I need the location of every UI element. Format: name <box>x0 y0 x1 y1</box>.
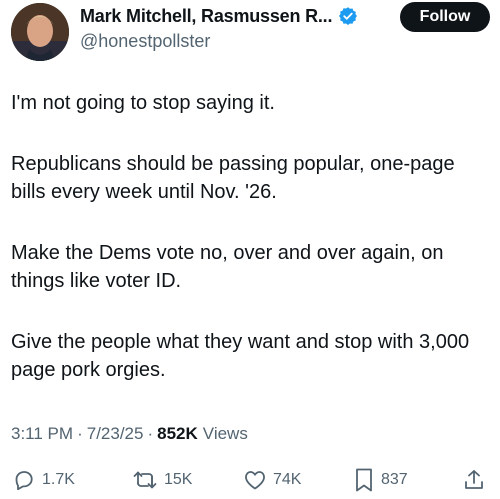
tweet-paragraph: Give the people what they want and stop … <box>11 331 470 381</box>
reply-button[interactable]: 1.7K <box>12 465 75 495</box>
tweet-date[interactable]: 7/23/25 <box>87 424 144 444</box>
follow-button[interactable]: Follow <box>400 2 490 32</box>
tweet-paragraph: Republicans should be passing popular, o… <box>11 153 455 203</box>
meta-separator: · <box>147 424 154 443</box>
meta-separator: · <box>77 424 83 443</box>
reply-count: 1.7K <box>42 471 75 488</box>
tweet-text: I'm not going to stop saying it. Republi… <box>11 89 489 417</box>
share-icon <box>462 468 486 492</box>
tweet-time[interactable]: 3:11 PM <box>11 424 73 444</box>
reply-icon <box>12 468 36 492</box>
repost-icon <box>132 468 158 492</box>
repost-count: 15K <box>164 471 193 488</box>
author-name-row: Mark Mitchell, Rasmussen R... <box>80 4 358 28</box>
like-icon <box>243 468 267 492</box>
tweet-paragraph: I'm not going to stop saying it. <box>11 92 275 114</box>
tweet-paragraph: Make the Dems vote no, over and over aga… <box>11 242 444 292</box>
bookmark-button[interactable]: 837 <box>353 465 408 495</box>
share-button[interactable] <box>462 465 486 495</box>
bookmark-count: 837 <box>381 471 408 488</box>
author-handle[interactable]: @honestpollster <box>80 31 210 52</box>
views-label: Views <box>202 424 248 443</box>
bookmark-icon <box>353 467 375 493</box>
like-count: 74K <box>273 471 302 488</box>
like-button[interactable]: 74K <box>243 465 301 495</box>
views-count: 852K <box>157 424 198 443</box>
repost-button[interactable]: 15K <box>132 465 192 495</box>
author-display-name[interactable]: Mark Mitchell, Rasmussen R... <box>80 6 332 27</box>
verified-badge-icon <box>338 6 358 26</box>
avatar[interactable] <box>11 3 69 61</box>
action-bar: 1.7K 15K 74K 837 <box>0 465 500 495</box>
tweet-meta: 3:11 PM · 7/23/25 · 852K Views <box>11 424 248 444</box>
